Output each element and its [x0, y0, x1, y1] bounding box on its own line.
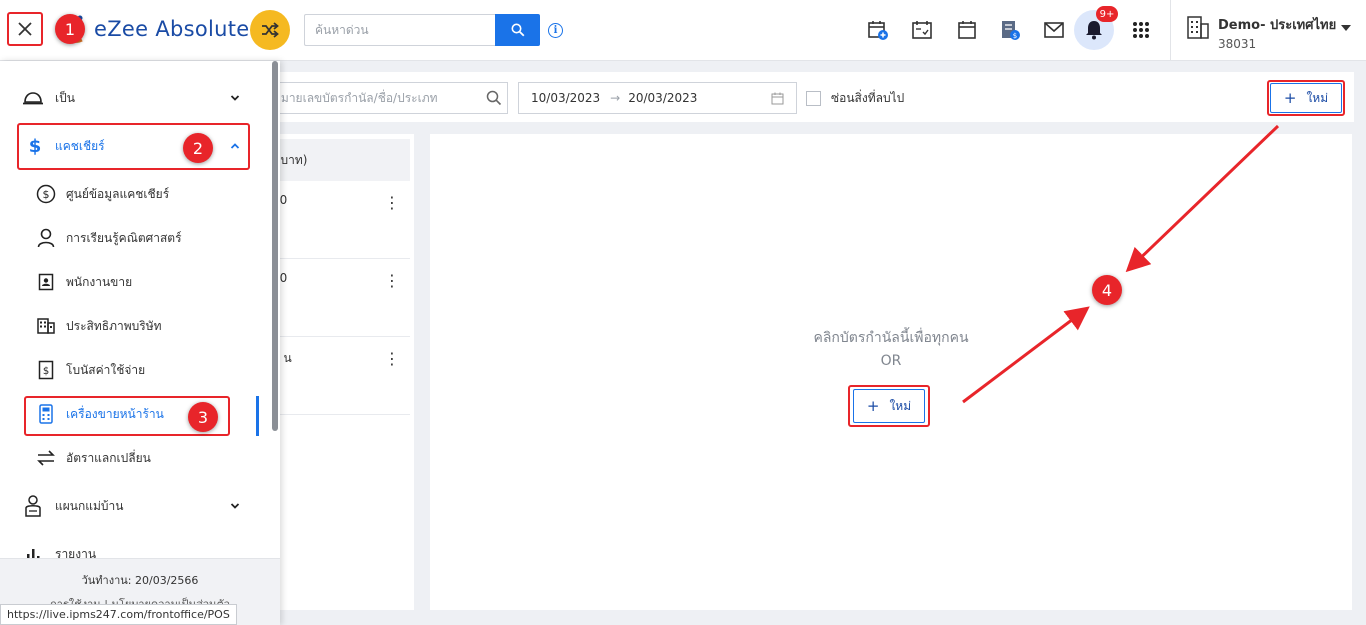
voucher-detail-panel	[430, 134, 1352, 610]
voucher-search-button[interactable]	[479, 82, 508, 114]
hide-deleted-checkbox[interactable]	[806, 91, 821, 106]
receipt-icon: $	[36, 360, 56, 380]
switch-property-button[interactable]	[250, 10, 290, 50]
date-from: 10/03/2023	[531, 91, 601, 105]
new-voucher-button-center-highlight: + ใหม่	[848, 385, 930, 427]
date-to: 20/03/2023	[628, 91, 698, 105]
close-icon	[18, 22, 32, 36]
more-vertical-icon[interactable]: ⋮	[384, 349, 400, 368]
sidebar-item-label: อัตราแลกเปลี่ยน	[66, 450, 151, 465]
sidebar-item-company-performance[interactable]: ประสิทธิภาพบริษัท	[0, 304, 270, 348]
sidebar-item-pos[interactable]: เครื่องขายหน้าร้าน	[0, 392, 270, 436]
quick-search-input[interactable]	[304, 14, 495, 46]
sidebar-item-salesperson[interactable]: พนักงานขาย	[0, 260, 270, 304]
top-bar: eZee Absolute i $ 9+ Demo- ประเทศไทย 380…	[0, 0, 1366, 61]
new-voucher-button-center[interactable]: + ใหม่	[853, 389, 925, 423]
date-range-picker[interactable]: 10/03/2023 → 20/03/2023	[518, 82, 797, 114]
notification-badge: 9+	[1096, 6, 1118, 22]
logo-text: eZee Absolute	[94, 17, 250, 41]
sidebar-item-exchange-rate[interactable]: อัตราแลกเปลี่ยน	[0, 436, 270, 480]
new-button-label: ใหม่	[889, 398, 912, 413]
close-menu-button[interactable]	[7, 12, 43, 46]
sidebar-menu: เป็น $ แคชเชียร์ $ ศูนย์ข้อมูลแคชเชียร์ …	[0, 61, 280, 625]
id-card-icon	[36, 272, 56, 292]
sidebar-item-math[interactable]: การเรียนรู้คณิตศาสตร์	[0, 216, 270, 260]
sidebar-item-label: แผนกแม่บ้าน	[55, 498, 124, 513]
sidebar-item-label: เป็น	[55, 90, 75, 105]
dollar-circle-icon: $	[36, 184, 56, 204]
info-icon[interactable]: i	[548, 23, 563, 38]
new-voucher-button-top[interactable]: + ใหม่	[1270, 83, 1342, 113]
svg-text:$: $	[43, 366, 49, 377]
svg-text:$: $	[1013, 32, 1017, 40]
voucher-list-header: ( บาท)	[262, 139, 410, 181]
sidebar-item-front-desk[interactable]: เป็น	[0, 76, 270, 120]
cash-register-icon	[36, 404, 56, 424]
mail-icon[interactable]	[1042, 18, 1066, 42]
or-separator: OR	[880, 353, 902, 369]
voucher-search-input[interactable]: หมายเลขบัตรกำนัล/ชื่อ/ประเภท	[262, 82, 508, 114]
new-voucher-button-top-highlight: + ใหม่	[1267, 80, 1345, 116]
step-marker-3: 3	[188, 402, 218, 432]
chevron-up-icon	[230, 143, 240, 149]
work-date: วันทำงาน: 20/03/2566	[81, 574, 199, 587]
chevron-down-icon	[230, 95, 240, 101]
hide-deleted-toggle[interactable]: ซ่อนสิ่งที่ลบไป	[806, 89, 904, 108]
list-item[interactable]: 00 ⋮	[262, 181, 410, 259]
sidebar-item-expense-bonus[interactable]: $ โบนัสค่าใช้จ่าย	[0, 348, 270, 392]
housekeeping-icon	[22, 495, 44, 517]
header-divider	[1170, 0, 1171, 61]
empty-state-text: คลิกบัตรกำนัลนี้เพื่อทุกคน	[813, 330, 969, 346]
sidebar-item-label: ประสิทธิภาพบริษัท	[66, 318, 162, 333]
sidebar-item-label: โบนัสค่าใช้จ่าย	[66, 362, 146, 377]
billing-icon[interactable]: $	[998, 18, 1022, 42]
svg-text:$: $	[43, 188, 50, 201]
user-icon	[36, 228, 56, 248]
search-icon	[486, 90, 501, 106]
building-icon	[1187, 16, 1209, 39]
calendar-check-icon[interactable]	[910, 18, 934, 42]
sidebar-item-cashier-info[interactable]: $ ศูนย์ข้อมูลแคชเชียร์	[0, 172, 270, 216]
sidebar-item-label: แคชเชียร์	[55, 138, 105, 153]
building-icon	[36, 316, 56, 336]
new-reservation-icon[interactable]	[866, 18, 890, 42]
chevron-down-icon[interactable]	[1341, 25, 1351, 31]
plus-icon: +	[866, 397, 880, 415]
voucher-search-placeholder: หมายเลขบัตรกำนัล/ชื่อ/ประเภท	[273, 90, 438, 105]
sidebar-item-cashier[interactable]: $ แคชเชียร์	[0, 124, 270, 168]
new-button-label: ใหม่	[1306, 90, 1329, 105]
step-marker-4: 4	[1092, 275, 1122, 305]
step-marker-1: 1	[55, 14, 85, 44]
list-item[interactable]: 0 น ⋮	[262, 337, 410, 415]
apps-grid-icon[interactable]	[1129, 18, 1153, 42]
list-item[interactable]: 00 ⋮	[262, 259, 410, 337]
bell-service-icon	[22, 87, 44, 109]
sidebar-item-housekeeping[interactable]: แผนกแม่บ้าน	[0, 484, 270, 528]
calendar-icon[interactable]	[955, 18, 979, 42]
logo[interactable]: eZee Absolute	[64, 14, 250, 44]
more-vertical-icon[interactable]: ⋮	[384, 193, 400, 212]
sidebar-item-label: ศูนย์ข้อมูลแคชเชียร์	[66, 186, 170, 201]
property-code: 38031	[1218, 37, 1257, 51]
sidebar-item-label: พนักงานขาย	[66, 274, 133, 289]
search-icon	[511, 23, 524, 37]
step-marker-2: 2	[183, 133, 213, 163]
plus-icon: +	[1283, 89, 1297, 107]
property-name: Demo- ประเทศไทย	[1218, 18, 1337, 33]
bell-icon	[1086, 21, 1102, 40]
dollar-icon: $	[28, 135, 42, 157]
sidebar-item-label: การเรียนรู้คณิตศาสตร์	[66, 230, 182, 245]
status-bar-url: https://live.ipms247.com/frontoffice/POS	[0, 604, 237, 625]
quick-search-button[interactable]	[495, 14, 540, 46]
date-arrow: →	[610, 91, 621, 105]
calendar-icon	[771, 92, 784, 105]
more-vertical-icon[interactable]: ⋮	[384, 271, 400, 290]
exchange-icon	[36, 448, 56, 468]
chevron-down-icon	[230, 503, 240, 509]
sidebar-item-label: เครื่องขายหน้าร้าน	[66, 406, 164, 421]
hide-deleted-label: ซ่อนสิ่งที่ลบไป	[831, 91, 905, 105]
property-selector[interactable]: Demo- ประเทศไทย 38031	[1186, 14, 1336, 51]
sidebar-scrollbar[interactable]	[272, 61, 278, 431]
shuffle-icon	[262, 22, 279, 38]
